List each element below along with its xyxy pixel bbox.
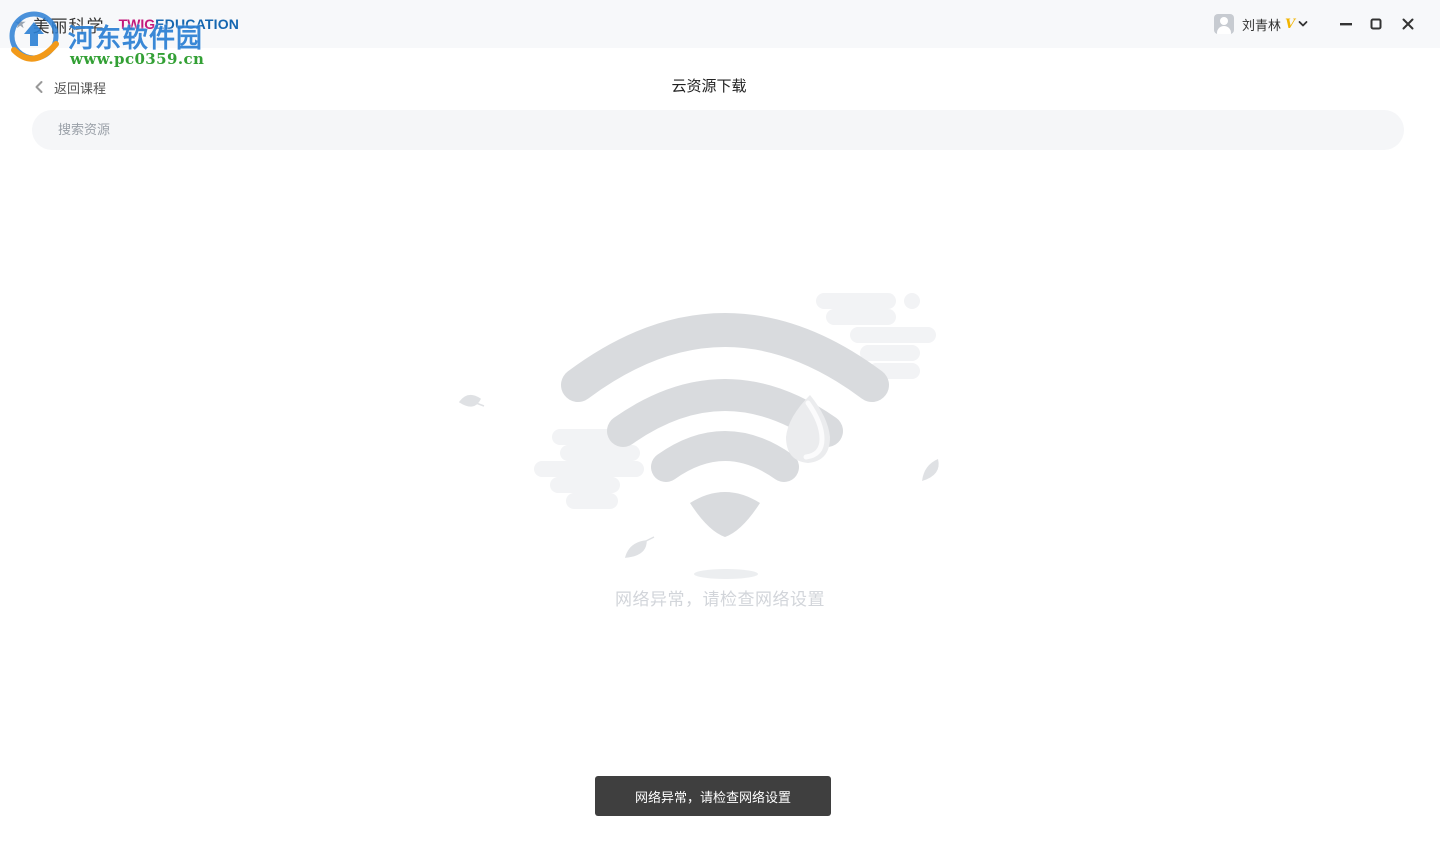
- wifi-error-icon: [458, 293, 939, 579]
- chevron-down-icon[interactable]: [1298, 19, 1308, 29]
- close-icon: [1402, 18, 1414, 30]
- empty-state-message: 网络异常，请检查网络设置: [615, 590, 825, 610]
- app-brand: ★ 美丽科学 TWIG EDUCATION: [14, 8, 239, 40]
- vip-badge: V: [1285, 16, 1296, 32]
- leaf-icon: [458, 394, 485, 407]
- toast-notification: 网络异常，请检查网络设置: [595, 776, 831, 816]
- minimize-button[interactable]: [1336, 14, 1356, 34]
- leaf-icon: [624, 536, 655, 558]
- maximize-button[interactable]: [1366, 14, 1386, 34]
- user-menu[interactable]: 刘青林 V: [1214, 13, 1308, 35]
- close-button[interactable]: [1398, 14, 1418, 34]
- page-title: 云资源下载: [671, 77, 747, 95]
- wifi-dot: [690, 492, 760, 537]
- avatar[interactable]: [1214, 14, 1234, 34]
- search-bar[interactable]: [32, 110, 1404, 150]
- brand-logo-icon: ★: [14, 16, 27, 32]
- title-bar: ★ 美丽科学 TWIG EDUCATION 刘青林 V: [0, 0, 1440, 48]
- search-input[interactable]: [56, 110, 1376, 150]
- brand-name-cn: 美丽科学: [32, 16, 105, 37]
- minimize-icon: [1340, 23, 1352, 26]
- brand-twig: TWIG: [118, 16, 156, 32]
- maximize-icon: [1370, 18, 1382, 30]
- shadow: [694, 569, 758, 579]
- username[interactable]: 刘青林: [1242, 15, 1281, 34]
- brand-education: EDUCATION: [155, 16, 240, 32]
- watermark-url: www.pc0359.cn: [70, 50, 205, 68]
- leaf-icon: [922, 459, 939, 481]
